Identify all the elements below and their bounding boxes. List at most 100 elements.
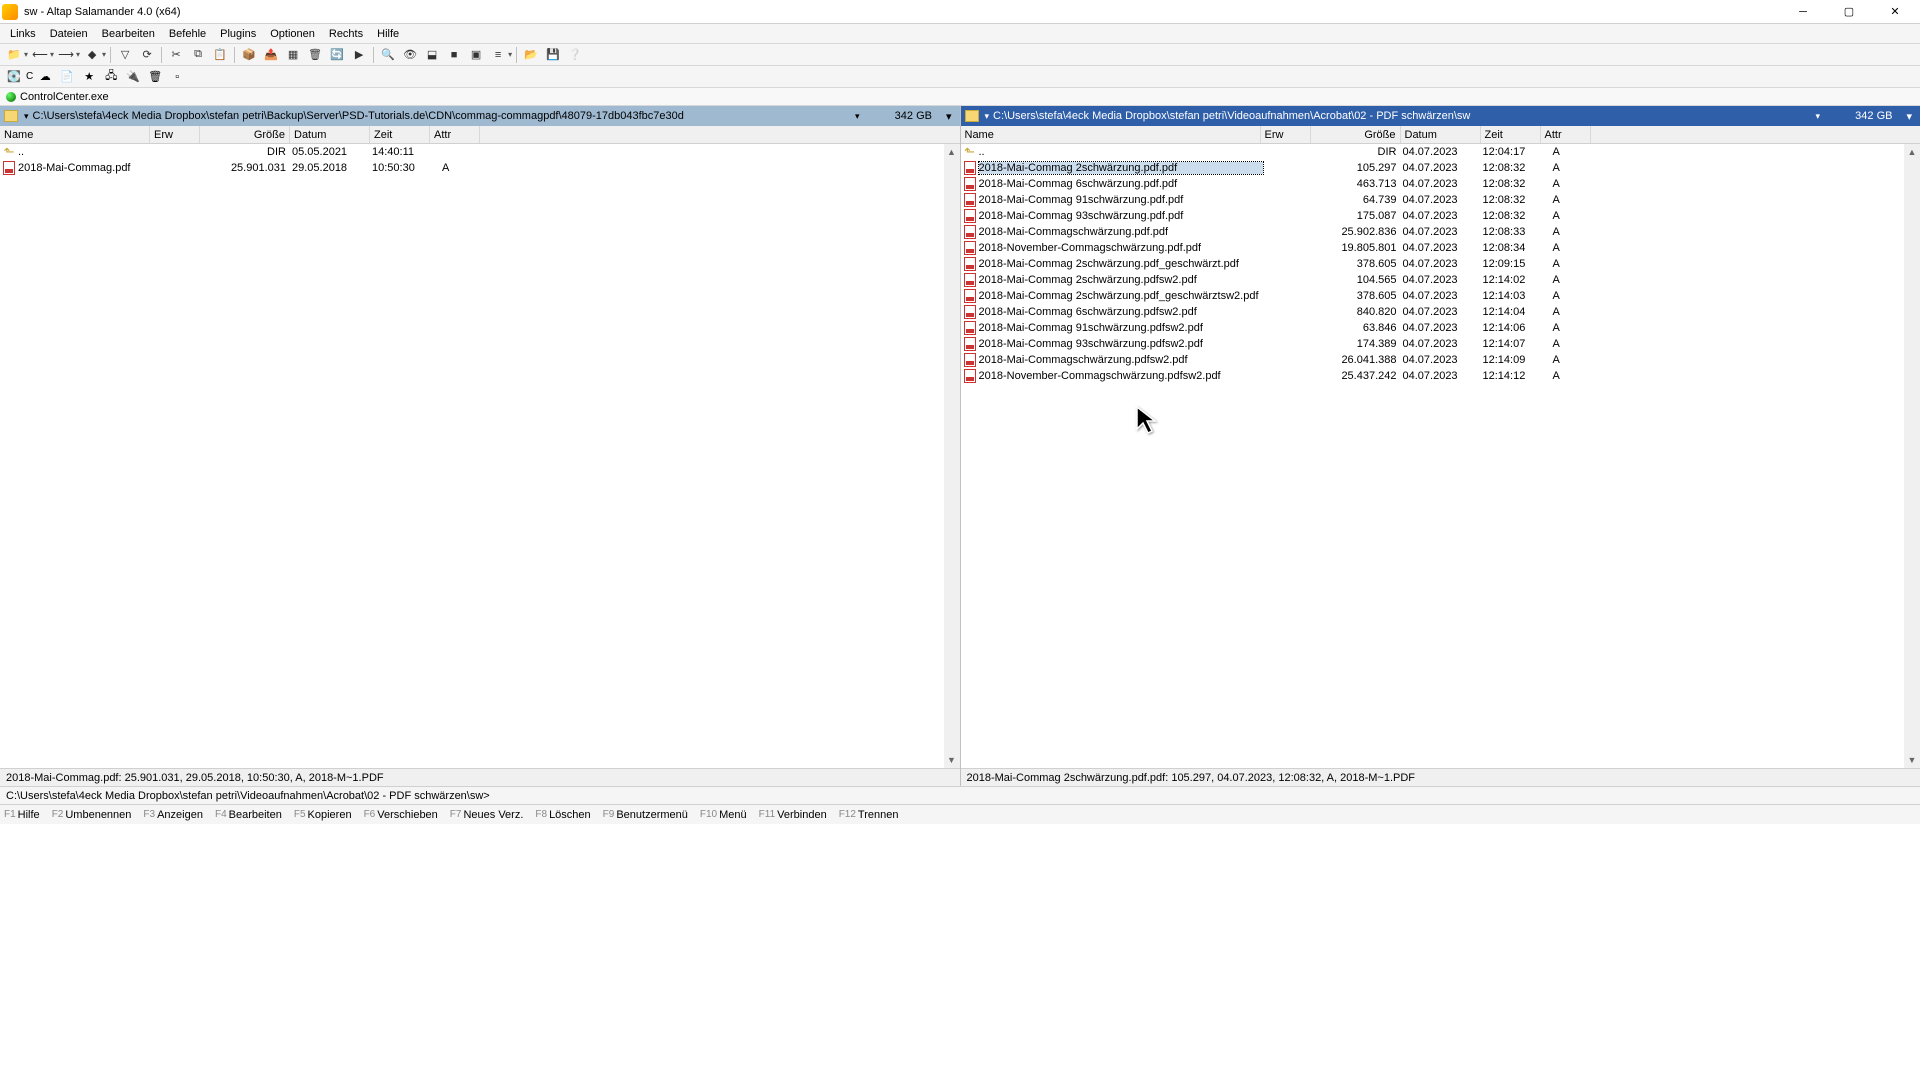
menu-dateien[interactable]: Dateien (44, 26, 94, 42)
back-button[interactable]: ⟵ (30, 46, 50, 64)
cut-icon[interactable]: ✂ (166, 46, 186, 64)
fkey-f8[interactable]: F8Löschen (535, 809, 590, 821)
col-time[interactable]: Zeit (370, 126, 430, 143)
file-row[interactable]: 2018-November-Commagschwärzung.pdf.pdf19… (961, 240, 1920, 256)
menu-links[interactable]: Links (4, 26, 42, 42)
col-size[interactable]: Größe (1311, 126, 1401, 143)
menu-plugins[interactable]: Plugins (214, 26, 262, 42)
unpack-icon[interactable]: 📤 (261, 46, 281, 64)
col-time[interactable]: Zeit (1481, 126, 1541, 143)
col-name[interactable]: Name (0, 126, 150, 143)
terminal-icon[interactable]: ▶ (349, 46, 369, 64)
fkey-f9[interactable]: F9Benutzermenü (603, 809, 688, 821)
col-name[interactable]: Name (961, 126, 1261, 143)
scroll-down-icon[interactable]: ▼ (1904, 752, 1920, 768)
minimize-button[interactable]: ─ (1780, 1, 1826, 23)
menu-optionen[interactable]: Optionen (264, 26, 321, 42)
file-row[interactable]: 2018-Mai-Commag 2schwärzung.pdf.pdf105.2… (961, 160, 1920, 176)
drive-network-icon[interactable]: 🖧 (101, 68, 121, 86)
menu-rechts[interactable]: Rechts (323, 26, 369, 42)
left-path-bar[interactable]: ▾ C:\Users\stefa\4eck Media Dropbox\stef… (0, 106, 960, 126)
view-icon[interactable]: 👁 (400, 46, 420, 64)
file-row[interactable]: 2018-Mai-Commag 2schwärzung.pdf_geschwär… (961, 256, 1920, 272)
sync-icon[interactable]: 🔄 (327, 46, 347, 64)
hotpath-icon[interactable]: ◆ (82, 46, 102, 64)
menu-bearbeiten[interactable]: Bearbeiten (96, 26, 161, 42)
parent-dir-row[interactable]: ⬑..DIR04.07.202312:04:17A (961, 144, 1920, 160)
fkey-f7[interactable]: F7Neues Verz. (450, 809, 524, 821)
col-date[interactable]: Datum (290, 126, 370, 143)
fkey-f12[interactable]: F12Trennen (839, 809, 899, 821)
options-icon[interactable]: ≡ (488, 46, 508, 64)
light-icon[interactable]: ▣ (466, 46, 486, 64)
col-ext[interactable]: Erw (1261, 126, 1311, 143)
drive-cloud-icon[interactable]: ☁ (35, 68, 55, 86)
col-size[interactable]: Größe (200, 126, 290, 143)
panel-menu-icon[interactable]: ▾ (1902, 110, 1916, 123)
right-file-list[interactable]: ⬑..DIR04.07.202312:04:17A 2018-Mai-Comma… (961, 144, 1920, 768)
col-attr[interactable]: Attr (1541, 126, 1591, 143)
control-center-bar[interactable]: ControlCenter.exe (0, 88, 1920, 106)
fkey-f6[interactable]: F6Verschieben (364, 809, 438, 821)
drive-documents-icon[interactable]: 📄 (57, 68, 77, 86)
file-row[interactable]: 2018-Mai-Commag 93schwärzung.pdfsw2.pdf1… (961, 336, 1920, 352)
file-row[interactable]: 2018-Mai-Commagschwärzung.pdfsw2.pdf26.0… (961, 352, 1920, 368)
fkey-f11[interactable]: F11Verbinden (759, 809, 827, 821)
file-row[interactable]: 2018-Mai-Commag 91schwärzung.pdf.pdf64.7… (961, 192, 1920, 208)
find-icon[interactable]: 🔍 (378, 46, 398, 64)
filter-icon[interactable]: ▽ (115, 46, 135, 64)
parent-dir-row[interactable]: ⬑..DIR05.05.202114:40:11 (0, 144, 960, 160)
fkey-f3[interactable]: F3Anzeigen (143, 809, 203, 821)
history-folder-icon[interactable]: 📁 (4, 46, 24, 64)
dark-icon[interactable]: ■ (444, 46, 464, 64)
maximize-button[interactable]: ▢ (1826, 1, 1872, 23)
compare-icon[interactable]: ⬓ (422, 46, 442, 64)
chevron-down-icon[interactable]: ▾ (1815, 111, 1820, 122)
file-row[interactable]: 2018-Mai-Commag 93schwärzung.pdf.pdf175.… (961, 208, 1920, 224)
chevron-down-icon[interactable]: ▾ (985, 111, 990, 122)
file-row[interactable]: 2018-November-Commagschwärzung.pdfsw2.pd… (961, 368, 1920, 384)
file-row[interactable]: 2018-Mai-Commag 2schwärzung.pdfsw2.pdf10… (961, 272, 1920, 288)
refresh-icon[interactable]: ⟳ (137, 46, 157, 64)
col-date[interactable]: Datum (1401, 126, 1481, 143)
fkey-f4[interactable]: F4Bearbeiten (215, 809, 282, 821)
chevron-down-icon[interactable]: ▾ (855, 111, 860, 122)
file-row[interactable]: 2018-Mai-Commagschwärzung.pdf.pdf25.902.… (961, 224, 1920, 240)
forward-button[interactable]: ⟶ (56, 46, 76, 64)
left-file-list[interactable]: ⬑..DIR05.05.202114:40:11 2018-Mai-Commag… (0, 144, 960, 768)
file-row[interactable]: 2018-Mai-Commag 91schwärzung.pdfsw2.pdf6… (961, 320, 1920, 336)
drive-plugin-icon[interactable]: 🔌 (123, 68, 143, 86)
copy-icon[interactable]: ⧉ (188, 46, 208, 64)
help-icon[interactable]: ❔ (565, 46, 585, 64)
drive-trash-icon[interactable]: 🗑 (145, 68, 165, 86)
right-path-bar[interactable]: ▾ C:\Users\stefa\4eck Media Dropbox\stef… (961, 106, 1920, 126)
drive-star-icon[interactable]: ★ (79, 68, 99, 86)
drive-more-icon[interactable]: ▫ (167, 68, 187, 86)
save-icon[interactable]: 💾 (543, 46, 563, 64)
command-line[interactable]: C:\Users\stefa\4eck Media Dropbox\stefan… (0, 786, 1920, 804)
fkey-f5[interactable]: F5Kopieren (294, 809, 352, 821)
scrollbar[interactable]: ▲ ▼ (944, 144, 960, 768)
scroll-up-icon[interactable]: ▲ (944, 144, 960, 160)
panel-menu-icon[interactable]: ▾ (942, 110, 956, 123)
pack-icon[interactable]: 📦 (239, 46, 259, 64)
fkey-f10[interactable]: F10Menü (700, 809, 747, 821)
right-column-header[interactable]: Name Erw Größe Datum Zeit Attr (961, 126, 1920, 144)
file-row[interactable]: 2018-Mai-Commag 6schwärzung.pdfsw2.pdf84… (961, 304, 1920, 320)
scroll-up-icon[interactable]: ▲ (1904, 144, 1920, 160)
fkey-f1[interactable]: F1Hilfe (4, 809, 40, 821)
menu-hilfe[interactable]: Hilfe (371, 26, 405, 42)
paste-icon[interactable]: 📋 (210, 46, 230, 64)
delete-icon[interactable]: 🗑 (305, 46, 325, 64)
left-column-header[interactable]: Name Erw Größe Datum Zeit Attr (0, 126, 960, 144)
menu-befehle[interactable]: Befehle (163, 26, 212, 42)
file-row[interactable]: 2018-Mai-Commag 2schwärzung.pdf_geschwär… (961, 288, 1920, 304)
file-row[interactable]: 2018-Mai-Commag 6schwärzung.pdf.pdf463.7… (961, 176, 1920, 192)
file-row[interactable]: 2018-Mai-Commag.pdf25.901.03129.05.20181… (0, 160, 960, 176)
drive-c-icon[interactable]: 💽 (4, 68, 24, 86)
properties-icon[interactable]: ▦ (283, 46, 303, 64)
open-folder-icon[interactable]: 📂 (521, 46, 541, 64)
close-button[interactable]: ✕ (1872, 1, 1918, 23)
scroll-down-icon[interactable]: ▼ (944, 752, 960, 768)
chevron-down-icon[interactable]: ▾ (24, 111, 29, 122)
